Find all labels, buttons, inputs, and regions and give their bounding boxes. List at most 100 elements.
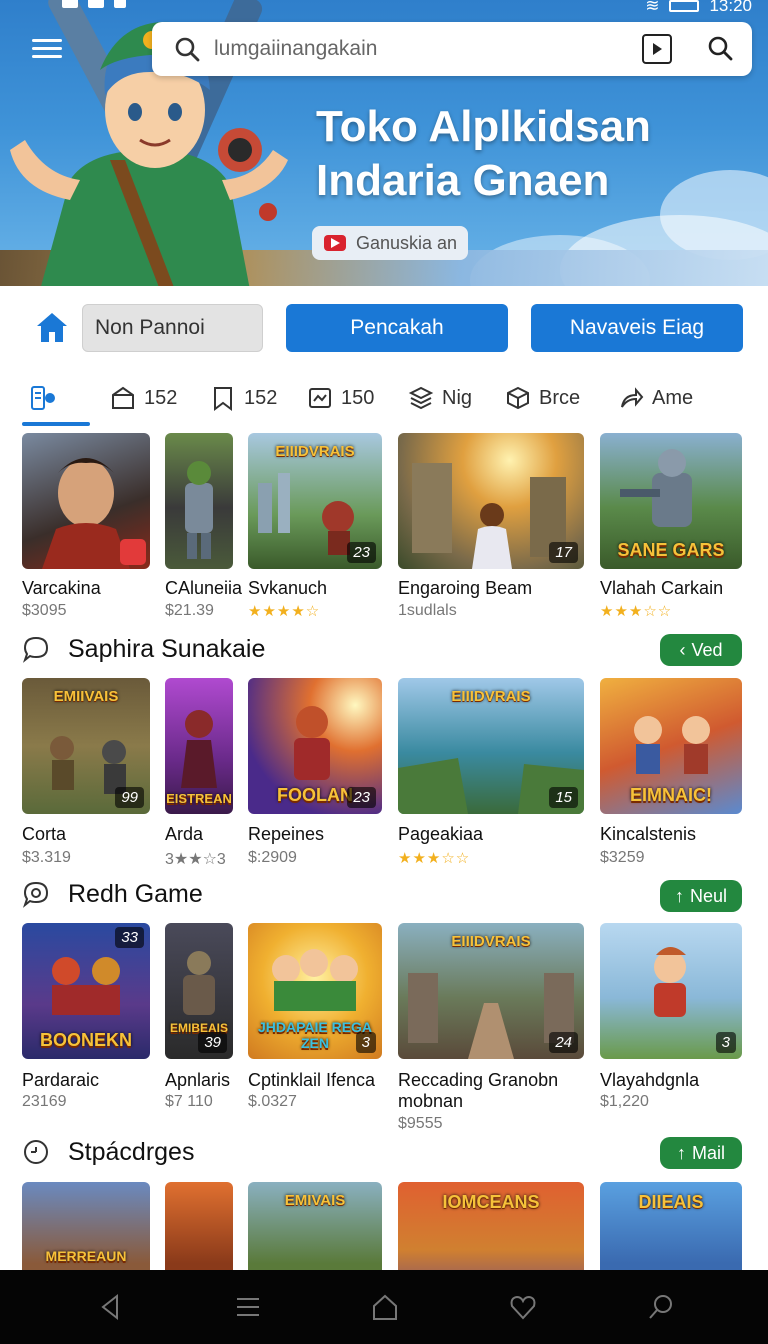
search-submit-icon[interactable] — [707, 35, 733, 61]
game-price: 1sudlals — [398, 602, 457, 619]
game-title: Corta — [22, 824, 67, 844]
menu-button[interactable] — [30, 34, 64, 64]
tab-share[interactable]: Ame — [618, 378, 693, 418]
section-more-button[interactable]: ↑ Neul — [660, 880, 742, 912]
game-title-line2: mobnan — [398, 1091, 464, 1111]
hero-watch-button[interactable]: Ganuskia an — [312, 226, 468, 260]
game-art-title: EIIIDVRAIS — [451, 688, 531, 705]
game-price: 23169 — [22, 1093, 67, 1110]
game-price: $3259 — [600, 849, 645, 866]
game-thumbnail: EIIIDVRAIS 24 — [398, 923, 584, 1059]
game-art-title: EMIVAIS — [284, 1192, 346, 1209]
game-count-badge: 23 — [347, 542, 376, 563]
search-bar[interactable]: lumgaiinangakain — [152, 22, 752, 76]
game-thumbnail: 3 — [600, 923, 742, 1059]
game-card[interactable]: EIIIDVRAIS 24 Reccading Granobn mobnan $… — [398, 923, 584, 1133]
game-card[interactable]: EIIIDVRAIS 15 Pageakiaa ★★★☆☆ — [398, 678, 584, 868]
game-thumbnail: IOMCEANS — [398, 1182, 584, 1270]
clock-icon — [24, 1140, 48, 1164]
section-more-button[interactable]: ‹ Ved — [660, 634, 742, 666]
tab-layers-label: Nig — [442, 386, 473, 409]
section-more-label: Mail — [691, 1142, 725, 1163]
chat-icon — [22, 881, 49, 908]
game-card[interactable]: JHDAPAIE REGA ZEN 3 Cptinklail Ifenca $.… — [248, 923, 382, 1133]
game-card[interactable]: IOMCEANS — [398, 1182, 584, 1270]
back-icon[interactable] — [95, 1292, 125, 1322]
game-rating-stars: ★★★☆☆ — [398, 850, 471, 867]
game-card[interactable]: 17 Engaroing Beam 1sudlals — [398, 433, 584, 619]
game-thumbnail: EMIBEAIS 39 — [165, 923, 233, 1059]
search-input[interactable]: lumgaiinangakain — [214, 37, 377, 61]
game-title: Arda — [165, 824, 204, 844]
game-card[interactable]: EIIIDVRAIS 23 Svkanuch ★★★★☆ — [248, 433, 382, 620]
game-card[interactable]: DIIEAIS — [600, 1182, 742, 1270]
cube-icon — [507, 386, 529, 410]
tab-apps[interactable] — [30, 378, 64, 418]
tab-box[interactable]: 152 — [110, 378, 177, 418]
tab-layers[interactable]: Nig — [408, 378, 472, 418]
menu-icon — [32, 39, 62, 42]
arrow-up-icon: ↑ — [676, 1142, 686, 1163]
game-price: $7 110 — [165, 1093, 213, 1110]
battery-icon — [669, 0, 700, 12]
hero-banner[interactable]: ≋ 13:20 lumgaiinangakain Toko Alplkidsan… — [0, 0, 768, 286]
game-thumbnail — [165, 433, 233, 569]
game-thumbnail: EMIIVAIS 99 — [22, 678, 150, 814]
tab-bookmark-label: 152 — [244, 386, 278, 409]
apps-icon — [31, 386, 55, 410]
game-art-title: EMIIVAIS — [53, 688, 119, 705]
game-card[interactable]: BOONEKN 33 Pardaraic 23169 — [22, 923, 150, 1133]
game-count-badge: 3 — [355, 1032, 376, 1053]
game-card[interactable]: FOOLAN 23 Repeines $:2909 — [248, 678, 382, 868]
game-card[interactable]: MERREAUN — [22, 1182, 150, 1270]
game-price: 3★★☆3 — [165, 851, 226, 868]
game-card[interactable]: CAluneiia $21.39 — [165, 433, 242, 619]
game-card[interactable]: 3 Vlayahdgnla $1,220 — [600, 923, 742, 1133]
tab-cube[interactable]: Brce — [505, 378, 580, 418]
game-card[interactable]: EISTREAN Arda 3★★☆3 — [165, 678, 233, 868]
status-time: 13:20 — [709, 0, 752, 15]
filter-chip-non-pannoi[interactable]: Non Pannoi — [82, 304, 263, 352]
home-icon[interactable] — [34, 310, 70, 344]
game-title: Reccading Granobn — [398, 1070, 559, 1090]
recents-icon[interactable] — [233, 1292, 263, 1322]
hero-button-label: Ganuskia an — [356, 232, 458, 253]
game-rating-stars: ★★★★☆ — [248, 603, 321, 620]
app-badge-icon — [120, 539, 146, 565]
tab-image[interactable]: 150 — [307, 378, 374, 418]
game-card[interactable]: EMIVAIS — [248, 1182, 382, 1270]
game-thumbnail: MERREAUN — [22, 1182, 150, 1270]
home-nav-icon[interactable] — [370, 1292, 400, 1322]
game-art-title: IOMCEANS — [442, 1192, 540, 1212]
filter-chip-navaveis[interactable]: Navaveis Eiag — [531, 304, 743, 352]
game-count-badge: 99 — [115, 787, 144, 808]
mail-icon — [88, 0, 104, 8]
game-price: $3095 — [22, 602, 67, 619]
scan-icon[interactable] — [642, 34, 672, 64]
chevron-left-icon: ‹ — [679, 639, 686, 660]
section-more-button[interactable]: ↑ Mail — [660, 1137, 742, 1169]
game-card[interactable]: EMIBEAIS 39 Apnlaris $7 110 — [165, 923, 233, 1133]
game-card[interactable] — [165, 1182, 233, 1270]
search-nav-icon[interactable] — [646, 1292, 676, 1322]
play-icon — [324, 235, 346, 251]
game-thumbnail: BOONEKN 33 — [22, 923, 150, 1059]
game-card[interactable]: EIMNAIC! Kincalstenis $3259 — [600, 678, 742, 868]
favorite-icon[interactable] — [508, 1292, 538, 1322]
notification-icon — [62, 0, 78, 8]
image-icon — [309, 388, 331, 408]
system-nav-bar — [0, 1270, 768, 1344]
game-card[interactable]: Varcakina $3095 — [22, 433, 150, 619]
section-title: Stpácdrges — [68, 1137, 195, 1166]
filter-chip-pencakah[interactable]: Pencakah — [286, 304, 508, 352]
game-card[interactable]: SANE GARS Vlahah Carkain ★★★☆☆ — [600, 433, 742, 620]
tab-cube-label: Brce — [539, 386, 581, 409]
section-header: Stpácdrges — [22, 1132, 194, 1172]
hero-title: Toko Alplkidsan Indaria Gnaen — [316, 100, 651, 208]
tab-bookmark[interactable]: 152 — [210, 378, 277, 418]
game-thumbnail: FOOLAN 23 — [248, 678, 382, 814]
tab-active-indicator — [22, 422, 90, 426]
game-art-title: EIIIDVRAIS — [451, 933, 531, 950]
game-card[interactable]: EMIIVAIS 99 Corta $3.319 — [22, 678, 150, 868]
game-thumbnail: EIMNAIC! — [600, 678, 742, 814]
